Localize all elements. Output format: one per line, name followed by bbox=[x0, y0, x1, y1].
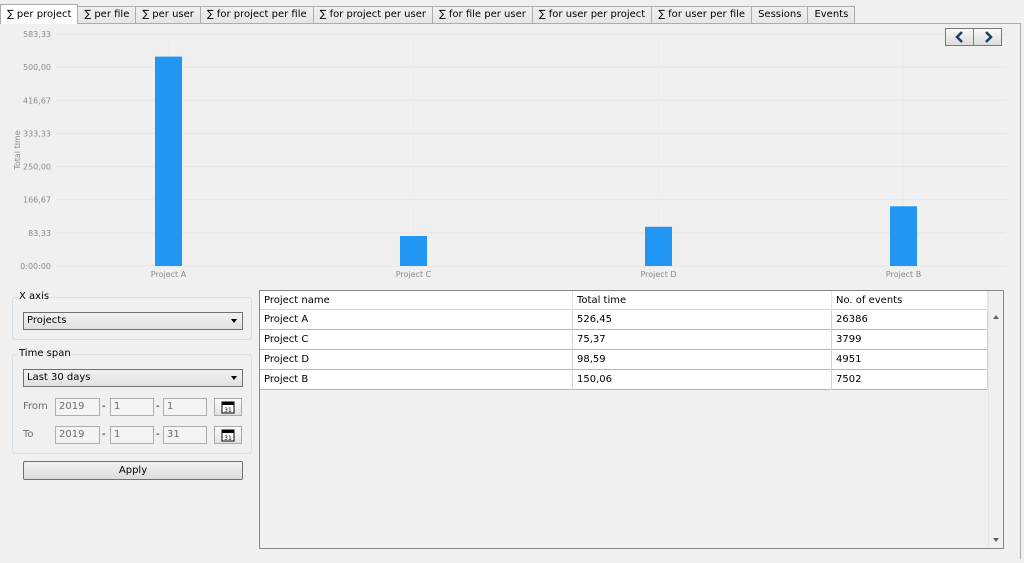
table-row[interactable]: Project A 526,45 26386 bbox=[260, 310, 988, 330]
tab-for-user-per-project[interactable]: ∑ for user per project bbox=[531, 6, 653, 24]
to-month-field[interactable]: 1 bbox=[110, 426, 154, 444]
prev-button[interactable] bbox=[945, 28, 974, 46]
tab-per-user[interactable]: ∑ per user bbox=[135, 6, 201, 24]
app-window: ∑ per project ∑ per file ∑ per user ∑ fo… bbox=[0, 0, 1024, 563]
cell-events: 26386 bbox=[832, 310, 988, 330]
data-grid: Project name Total time No. of events Pr… bbox=[259, 290, 1004, 549]
y-tick-label: 333,33 bbox=[23, 129, 51, 138]
y-tick-label: 0:00:00 bbox=[20, 262, 51, 271]
date-separator: - bbox=[102, 429, 106, 440]
y-tick-label: 500,00 bbox=[23, 63, 51, 72]
vertical-scrollbar[interactable] bbox=[988, 291, 1003, 548]
x-axis-select[interactable]: Projects bbox=[23, 312, 243, 330]
x-tick-label: Project B bbox=[886, 270, 921, 279]
grid-body: Project A 526,45 26386 Project C 75,37 3… bbox=[260, 310, 988, 390]
table-row[interactable]: Project C 75,37 3799 bbox=[260, 330, 988, 350]
calendar-icon: 31 bbox=[221, 401, 235, 414]
time-span-select[interactable]: Last 30 days bbox=[23, 369, 243, 387]
cell-project-name: Project D bbox=[260, 350, 573, 370]
x-axis-selected: Projects bbox=[27, 315, 67, 326]
to-calendar-button[interactable]: 31 bbox=[214, 426, 242, 444]
date-separator: - bbox=[102, 401, 106, 412]
cell-project-name: Project A bbox=[260, 310, 573, 330]
cell-total-time: 150,06 bbox=[573, 370, 832, 390]
tab-for-project-per-file[interactable]: ∑ for project per file bbox=[199, 6, 314, 24]
tab-for-project-per-user[interactable]: ∑ for project per user bbox=[312, 6, 433, 24]
chevron-right-icon bbox=[984, 31, 993, 43]
date-separator: - bbox=[156, 429, 160, 440]
column-header-project-name[interactable]: Project name bbox=[260, 291, 573, 310]
from-calendar-button[interactable]: 31 bbox=[214, 398, 242, 416]
cell-total-time: 75,37 bbox=[573, 330, 832, 350]
from-label: From bbox=[23, 401, 48, 412]
apply-button[interactable]: Apply bbox=[23, 461, 243, 480]
to-year-field[interactable]: 2019 bbox=[55, 426, 100, 444]
tab-divider bbox=[0, 23, 1021, 24]
y-tick-label: 250,00 bbox=[23, 163, 51, 172]
cell-events: 7502 bbox=[832, 370, 988, 390]
dropdown-arrow-icon bbox=[231, 319, 237, 323]
from-year-field[interactable]: 2019 bbox=[55, 398, 100, 416]
cell-project-name: Project B bbox=[260, 370, 573, 390]
to-day-field[interactable]: 31 bbox=[163, 426, 207, 444]
bar-chart: 0:00:00 83,33 166,67 250,00 333,33 416,67 500,… bbox=[6, 26, 1012, 286]
scroll-down-icon[interactable] bbox=[993, 538, 999, 542]
y-tick-label: 166,67 bbox=[23, 196, 51, 205]
svg-text:31: 31 bbox=[224, 435, 232, 442]
time-span-selected: Last 30 days bbox=[27, 372, 91, 383]
x-tick-label: Project A bbox=[151, 270, 187, 279]
next-button[interactable] bbox=[973, 28, 1002, 46]
tab-for-user-per-file[interactable]: ∑ for user per file bbox=[651, 6, 753, 24]
y-tick-label: 583,33 bbox=[23, 30, 51, 39]
tab-per-file[interactable]: ∑ per file bbox=[77, 6, 137, 24]
from-month-field[interactable]: 1 bbox=[110, 398, 154, 416]
bar bbox=[400, 236, 427, 266]
cell-total-time: 526,45 bbox=[573, 310, 832, 330]
date-separator: - bbox=[156, 401, 160, 412]
y-tick-label: 83,33 bbox=[28, 229, 51, 238]
cell-events: 4951 bbox=[832, 350, 988, 370]
calendar-icon: 31 bbox=[221, 429, 235, 442]
bar bbox=[155, 56, 182, 266]
tab-sessions[interactable]: Sessions bbox=[751, 6, 809, 24]
tab-for-file-per-user[interactable]: ∑ for file per user bbox=[432, 6, 533, 24]
dropdown-arrow-icon bbox=[231, 376, 237, 380]
chart-canvas: 0:00:00 83,33 166,67 250,00 333,33 416,67 500,… bbox=[13, 30, 1006, 279]
cell-project-name: Project C bbox=[260, 330, 573, 350]
column-header-events[interactable]: No. of events bbox=[832, 291, 988, 310]
to-label: To bbox=[23, 429, 34, 440]
chevron-left-icon bbox=[954, 31, 963, 43]
svg-text:31: 31 bbox=[224, 407, 232, 414]
cell-total-time: 98,59 bbox=[573, 350, 832, 370]
table-row[interactable]: Project D 98,59 4951 bbox=[260, 350, 988, 370]
x-tick-label: Project D bbox=[640, 270, 676, 279]
x-axis-label: X axis bbox=[18, 291, 51, 302]
y-axis-label: Total time bbox=[13, 130, 22, 170]
tab-per-project[interactable]: ∑ per project bbox=[0, 4, 79, 24]
column-header-total-time[interactable]: Total time bbox=[573, 291, 832, 310]
from-day-field[interactable]: 1 bbox=[163, 398, 207, 416]
table-row[interactable]: Project B 150,06 7502 bbox=[260, 370, 988, 390]
bar bbox=[645, 226, 672, 266]
tab-strip: ∑ per project ∑ per file ∑ per user ∑ fo… bbox=[0, 4, 856, 24]
scroll-up-icon[interactable] bbox=[993, 315, 999, 319]
time-span-label: Time span bbox=[18, 348, 72, 359]
chart-nav bbox=[945, 28, 1002, 46]
cell-events: 3799 bbox=[832, 330, 988, 350]
y-tick-label: 416,67 bbox=[23, 96, 51, 105]
tab-events[interactable]: Events bbox=[807, 6, 856, 24]
x-tick-label: Project C bbox=[396, 270, 432, 279]
grid-header: Project name Total time No. of events bbox=[260, 291, 988, 310]
bar bbox=[890, 206, 917, 266]
panel-border bbox=[1020, 23, 1021, 559]
